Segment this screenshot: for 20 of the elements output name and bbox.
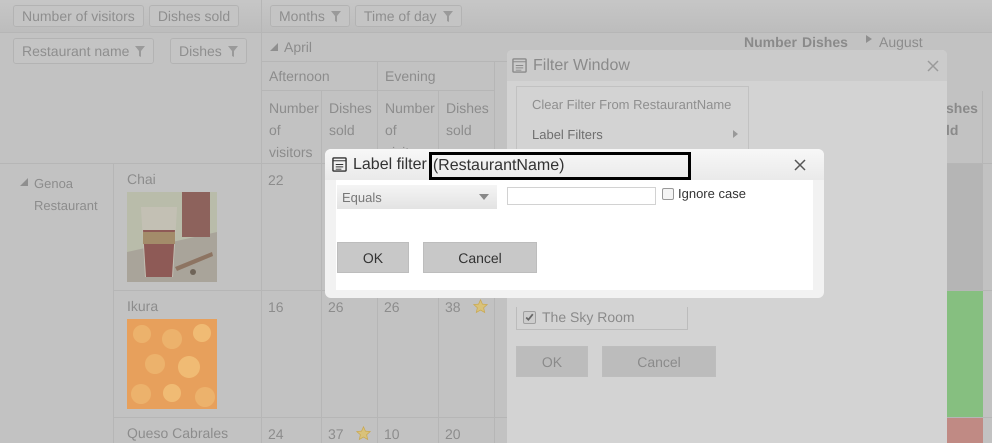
checkbox-label: The Sky Room xyxy=(542,309,635,325)
dropdown-arrow-icon xyxy=(479,194,489,200)
window-title: Filter Window xyxy=(533,56,630,74)
operator-dropdown[interactable]: Equals xyxy=(337,185,497,209)
field-name: (RestaurantName) xyxy=(428,152,691,180)
window-icon xyxy=(332,157,347,172)
collapse-icon[interactable] xyxy=(20,178,28,186)
value-field[interactable] xyxy=(507,187,656,205)
checkbox[interactable] xyxy=(662,188,674,200)
dialog-button[interactable]: OK xyxy=(337,242,409,273)
column-header: Dishes xyxy=(801,33,849,49)
column-header: Number xyxy=(743,33,795,49)
dialog-button[interactable]: Cancel xyxy=(423,242,537,273)
collapse-icon[interactable] xyxy=(270,43,278,51)
expand-icon[interactable] xyxy=(865,35,873,43)
checkbox[interactable] xyxy=(523,310,536,324)
close-icon[interactable] xyxy=(794,158,806,170)
menu-item[interactable]: Label Filters xyxy=(517,119,748,149)
checkbox-label: Ignore case xyxy=(678,186,746,201)
window-icon xyxy=(512,58,527,73)
